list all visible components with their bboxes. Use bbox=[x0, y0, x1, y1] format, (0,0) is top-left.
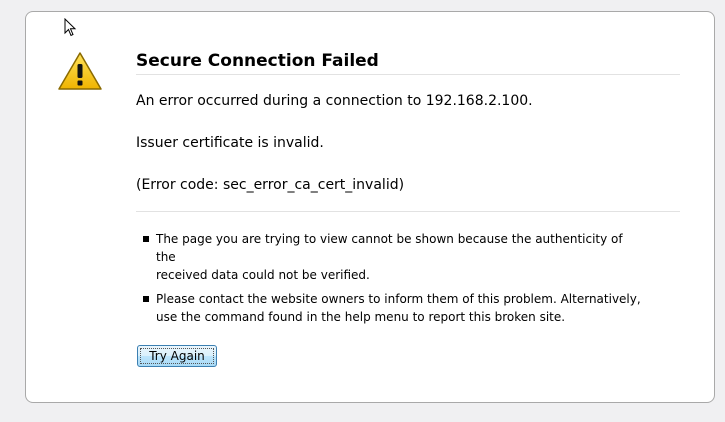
mouse-pointer-icon bbox=[64, 18, 77, 37]
list-item: Please contact the website owners to inf… bbox=[143, 290, 643, 326]
list-item-line: The page you are trying to view cannot b… bbox=[156, 232, 623, 264]
list-item: The page you are trying to view cannot b… bbox=[143, 230, 643, 284]
title-divider bbox=[136, 74, 680, 75]
list-item-line: received data could not be verified. bbox=[156, 268, 370, 282]
error-code: (Error code: sec_error_ca_cert_invalid) bbox=[136, 177, 405, 193]
bullet-square-icon bbox=[143, 296, 149, 302]
try-again-label: Try Again bbox=[140, 348, 214, 364]
advice-list: The page you are trying to view cannot b… bbox=[143, 230, 643, 332]
error-detail: Issuer certificate is invalid. bbox=[136, 135, 324, 151]
bullet-square-icon bbox=[143, 236, 149, 242]
list-item-line: Please contact the website owners to inf… bbox=[156, 292, 641, 306]
error-page: Secure Connection Failed An error occurr… bbox=[0, 0, 725, 422]
list-item-line: use the command found in the help menu t… bbox=[156, 310, 566, 324]
try-again-button[interactable]: Try Again bbox=[137, 345, 217, 367]
section-divider bbox=[136, 211, 680, 212]
error-message: An error occurred during a connection to… bbox=[136, 93, 533, 109]
warning-triangle-icon bbox=[58, 52, 102, 90]
page-title: Secure Connection Failed bbox=[136, 51, 379, 71]
